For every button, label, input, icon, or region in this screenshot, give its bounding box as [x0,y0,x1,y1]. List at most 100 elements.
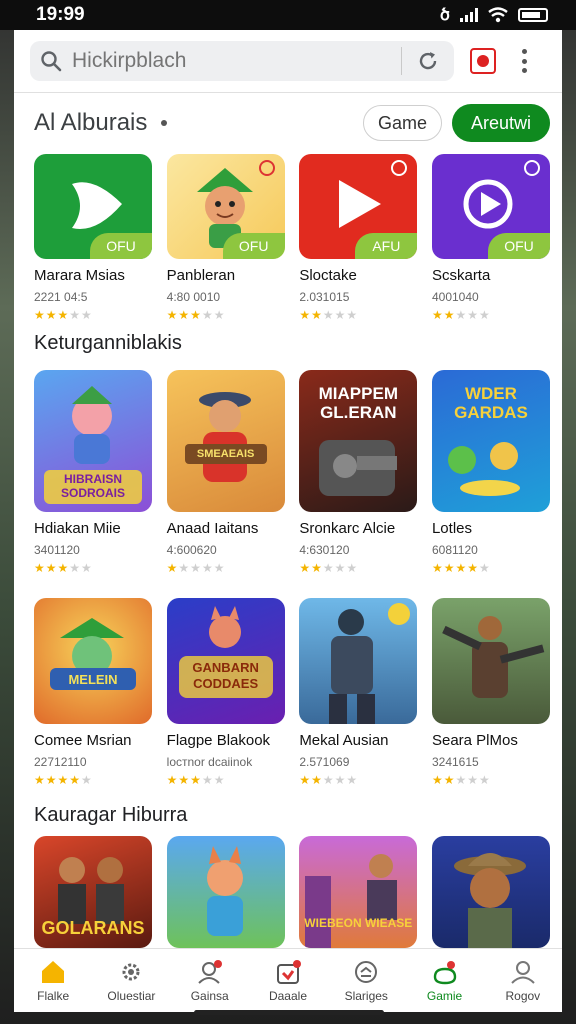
refresh-icon[interactable] [416,49,440,73]
game-crew-icon[interactable]: GOLARANS [34,836,152,948]
game-cartoon-icon: HIBRAISN SODROAIS [34,370,152,512]
wifi-icon [488,7,508,23]
game-art-title: GANBARN CODDAES [192,660,259,691]
app-tag: AFU [355,233,418,259]
app-meta: 4001040 [431,290,479,304]
app-tag: OFU [90,233,152,259]
nav-people[interactable]: Gainsa [172,959,248,1003]
nav-label: Daaale [268,988,307,1003]
record-icon [477,55,489,67]
purple-play-icon: OFU [431,154,550,259]
rating-stars: ★★★★★ [299,773,359,787]
section-header: Al Alburais Game Areutwi [34,102,550,144]
game-card[interactable]: MIAPPEM GL.ERAN Sronkarc Alcie 4:630120 … [299,370,418,575]
app-card[interactable]: OFU Panbleran 4:80 0010 ★★★★★ [166,154,285,322]
home-indicator[interactable] [194,1010,384,1015]
app-meta: 3401120 [34,543,80,557]
game-soldier-icon [299,598,418,724]
game-fox-icon: GANBARN CODDAES [166,598,285,724]
nav-label: Rogov [505,988,541,1003]
app-row-4: GOLARANS WIEBEON WIEASE [34,836,550,948]
game-art-title: MELEIN [68,672,118,687]
app-tag: OFU [487,233,550,259]
app-screen: Al Alburais Game Areutwi OFU Mararа Msia… [14,30,562,1012]
app-name: Panbleran [166,267,236,284]
app-name: Mararа Msias [34,267,125,284]
game-card[interactable]: GANBARN CODDAES Flagpe Blakook lостnor d… [166,598,285,787]
game-card[interactable]: MELEIN Comee Msrian 22712110 ★★★★★ [34,598,152,787]
game-city-icon[interactable]: WIEBEON WIEASE [299,836,418,948]
game-mech-icon: MIAPPEM GL.ERAN [299,370,418,512]
game-gunner-icon [431,598,550,724]
gear-icon [122,963,140,980]
app-tag: OFU [222,233,285,259]
nav-profile[interactable]: Rogov [485,959,561,1003]
app-card[interactable]: OFU Scskarta 4001040 ★★★★★ [431,154,550,322]
game-art-title: WIEBEON WIEASE [304,916,413,930]
record-button[interactable] [470,48,496,74]
action-button[interactable]: Areutwi [452,104,550,142]
app-card[interactable]: OFU Mararа Msias 2221 04:5 ★★★★★ [34,154,152,322]
game-icon [433,960,456,984]
cartoon-character-icon: OFU [166,154,285,259]
rating-stars: ★★★★★ [299,308,359,322]
person-notification-icon [197,959,222,984]
more-options-icon[interactable] [522,49,528,73]
status-bar: 19:99 ծ [0,0,576,30]
bottom-navigation: Flalke Oluestiar Gainsa Daaale Slariges … [14,948,562,1012]
rating-stars: ★★★★★ [431,773,491,787]
game-cards-icon: WDER GARDAS [431,370,550,512]
nav-home[interactable]: Flalke [15,959,91,1003]
rating-stars: ★★★★★ [431,308,491,322]
game-card[interactable]: Mekal Ausian 2.571069 ★★★★★ [299,598,418,787]
game-card[interactable]: WDER GARDAS Lotles 6081120 ★★★★★ [431,370,550,575]
gift-icon [276,959,301,984]
section-title: Al Alburais [34,109,148,136]
app-meta: 2.571069 [299,755,350,769]
game-card[interactable]: HIBRAISN SODROAIS Hdiakan Miie 3401120 ★… [34,370,152,575]
game-hat-icon: MELEIN [34,598,152,724]
battery-icon [518,8,548,22]
game-adventure-icon: SMEAEAIS [166,370,285,512]
app-meta: 2221 04:5 [34,290,88,304]
app-meta: 2.031015 [299,290,350,304]
app-meta: lостnor dcaiinok [166,755,253,769]
app-name: Flagpe Blakook [166,732,271,749]
nav-label: Oluestiar [107,988,156,1003]
section-title-2: Keturganniblakis [34,332,182,354]
search-divider [401,47,402,75]
status-icons: ծ [440,5,548,25]
app-row-2: HIBRAISN SODROAIS Hdiakan Miie 3401120 ★… [34,370,550,575]
rating-stars: ★★★★★ [431,561,491,575]
game-art-title: GOLARANS [41,918,145,938]
nav-sync[interactable]: Slariges [328,959,404,1003]
game-art-title: SMEAEAIS [196,448,255,460]
signal-icon [460,8,478,22]
game-card[interactable]: SMEAEAIS Anaad Iaitans 4:600620 ★★★★★ [166,370,285,575]
sync-icon [355,960,378,983]
app-meta: 4:630120 [299,543,350,557]
game-fox-girl-icon[interactable] [166,836,285,948]
app-row-3: MELEIN Comee Msrian 22712110 ★★★★★ GANBA… [34,598,550,787]
game-explorer-icon[interactable] [431,836,550,948]
filter-chip[interactable]: Game [362,105,442,141]
game-art-title: MIAPPEM GL.ERAN [318,384,398,422]
search-row [14,30,562,92]
nav-settings[interactable]: Oluestiar [93,959,169,1003]
app-name: Slоctake [299,267,357,284]
nav-gifts[interactable]: Daaale [250,959,326,1003]
search-input[interactable] [72,49,372,73]
section-dot [161,120,168,126]
game-card[interactable]: Seara PlMos 3241615 ★★★★★ [431,598,550,787]
app-meta: 22712110 [34,755,87,769]
app-row-1: OFU Mararа Msias 2221 04:5 ★★★★★ OFU Pan… [34,154,550,322]
app-card[interactable]: AFU Slоctake 2.031015 ★★★★★ [299,154,418,322]
game-art-title: WDER GARDAS [454,384,528,422]
app-name: Hdiakan Miie [34,520,121,537]
search-bar[interactable] [30,41,454,81]
app-name: Anaad Iaitans [166,520,259,537]
rating-stars: ★★★★★ [166,308,226,322]
nav-games[interactable]: Gamie [407,959,483,1003]
app-name: Mekal Ausian [299,732,389,749]
green-arrow-icon: OFU [34,154,152,259]
